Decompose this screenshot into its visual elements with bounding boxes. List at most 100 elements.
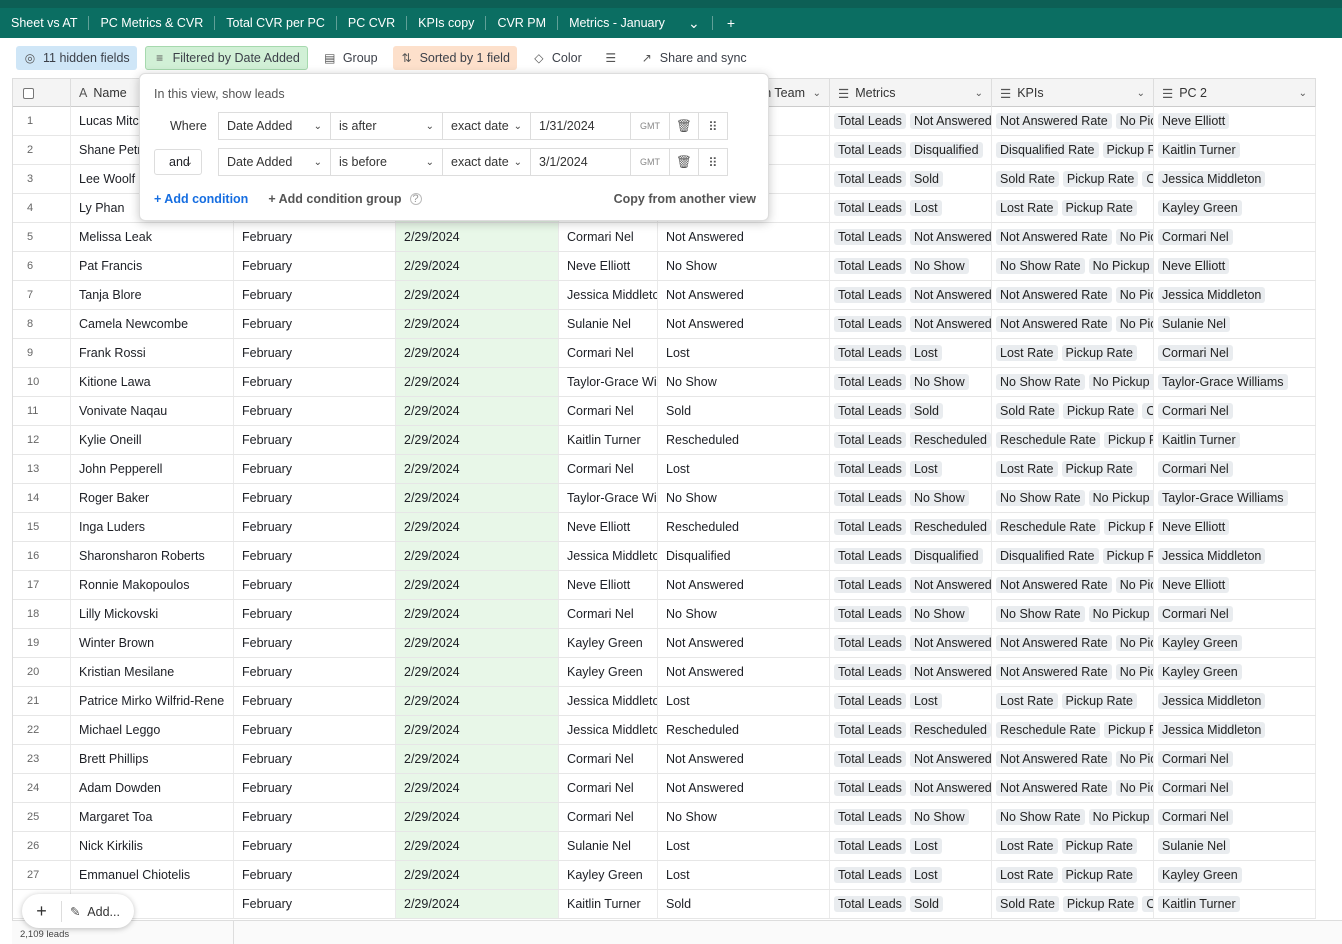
- status-cell[interactable]: No Show: [658, 600, 830, 628]
- kpis-cell[interactable]: Lost Rate Pickup Rate: [992, 194, 1154, 222]
- metrics-cell[interactable]: Total Leads Disqualified: [830, 136, 992, 164]
- date-added-cell[interactable]: 2/29/2024: [396, 281, 559, 309]
- pc-cell[interactable]: Neve Elliott: [559, 513, 658, 541]
- delete-condition-trash-icon[interactable]: 🗑: [669, 148, 699, 176]
- table-row[interactable]: 12 Kylie Oneill February 2/29/2024 Kaitlin T…: [13, 426, 1316, 455]
- table-row[interactable]: 24 Adam Dowden February 2/29/2024 Cormari Ne…: [13, 774, 1316, 803]
- pc-cell[interactable]: Sulanie Nel: [559, 310, 658, 338]
- name-cell[interactable]: Nick Kirkilis: [71, 832, 234, 860]
- tab-sheet-vs-at[interactable]: Sheet vs AT: [0, 8, 88, 38]
- metrics-cell[interactable]: Total Leads Not Answered: [830, 774, 992, 802]
- name-cell[interactable]: Vonivate Naqau: [71, 397, 234, 425]
- pc2-cell[interactable]: Kaitlin Turner: [1154, 890, 1316, 918]
- kpis-cell[interactable]: Lost Rate Pickup Rate: [992, 832, 1154, 860]
- name-cell[interactable]: Kitione Lawa: [71, 368, 234, 396]
- tab-cvr-pm[interactable]: CVR PM: [486, 8, 557, 38]
- column-header-metrics[interactable]: ☰ Metrics ⌄: [830, 79, 992, 107]
- date-added-cell[interactable]: 2/29/2024: [396, 397, 559, 425]
- metrics-cell[interactable]: Total Leads Sold: [830, 890, 992, 918]
- pc2-cell[interactable]: Cormari Nel: [1154, 339, 1316, 367]
- pc2-cell[interactable]: Taylor-Grace Williams: [1154, 484, 1316, 512]
- pc2-cell[interactable]: Jessica Middleton: [1154, 281, 1316, 309]
- month-cell[interactable]: February: [234, 745, 396, 773]
- metrics-cell[interactable]: Total Leads Rescheduled: [830, 716, 992, 744]
- status-cell[interactable]: Not Answered: [658, 629, 830, 657]
- status-cell[interactable]: Rescheduled: [658, 716, 830, 744]
- pc-cell[interactable]: Kayley Green: [559, 658, 658, 686]
- date-added-cell[interactable]: 2/29/2024: [396, 716, 559, 744]
- tab-kpis-copy[interactable]: KPIs copy: [407, 8, 485, 38]
- pc2-cell[interactable]: Jessica Middleton: [1154, 542, 1316, 570]
- pc-cell[interactable]: Taylor-Grace Williams: [559, 368, 658, 396]
- pc-cell[interactable]: Cormari Nel: [559, 397, 658, 425]
- table-row[interactable]: 17 Ronnie Makopoulos February 2/29/2024 Neve…: [13, 571, 1316, 600]
- table-row[interactable]: 11 Vonivate Naqau February 2/29/2024 Cormari…: [13, 397, 1316, 426]
- metrics-cell[interactable]: Total Leads Lost: [830, 194, 992, 222]
- filter-button[interactable]: ≡ Filtered by Date Added: [144, 46, 308, 70]
- kpis-cell[interactable]: Not Answered Rate No Pickup: [992, 223, 1154, 251]
- date-added-cell[interactable]: 2/29/2024: [396, 571, 559, 599]
- month-cell[interactable]: February: [234, 484, 396, 512]
- kpis-cell[interactable]: Lost Rate Pickup Rate: [992, 861, 1154, 889]
- kpis-cell[interactable]: Not Answered Rate No Pickup: [992, 310, 1154, 338]
- metrics-cell[interactable]: Total Leads No Show: [830, 803, 992, 831]
- filter-operator-select[interactable]: is after ⌄: [330, 112, 443, 140]
- share-sync-button[interactable]: ↗ Share and sync: [633, 46, 754, 70]
- metrics-cell[interactable]: Total Leads Not Answered: [830, 310, 992, 338]
- kpis-cell[interactable]: No Show Rate No Pickup Rate: [992, 252, 1154, 280]
- table-row[interactable]: 16 Sharonsharon Roberts February 2/29/2024 J…: [13, 542, 1316, 571]
- date-added-cell[interactable]: 2/29/2024: [396, 426, 559, 454]
- month-cell[interactable]: February: [234, 542, 396, 570]
- pc2-cell[interactable]: Cormari Nel: [1154, 774, 1316, 802]
- chevron-down-icon[interactable]: ⌄: [975, 88, 983, 99]
- pc-cell[interactable]: Jessica Middleton: [559, 687, 658, 715]
- filter-field-select[interactable]: Date Added ⌄: [218, 112, 331, 140]
- table-row[interactable]: 18 Lilly Mickovski February 2/29/2024 Cormar…: [13, 600, 1316, 629]
- month-cell[interactable]: February: [234, 426, 396, 454]
- pc2-cell[interactable]: Kayley Green: [1154, 861, 1316, 889]
- month-cell[interactable]: February: [234, 803, 396, 831]
- metrics-cell[interactable]: Total Leads Lost: [830, 687, 992, 715]
- tab-metrics-january[interactable]: Metrics - January: [558, 8, 676, 38]
- status-cell[interactable]: Not Answered: [658, 281, 830, 309]
- name-cell[interactable]: Michael Leggo: [71, 716, 234, 744]
- pc-cell[interactable]: Kayley Green: [559, 861, 658, 889]
- status-cell[interactable]: Not Answered: [658, 223, 830, 251]
- pc2-cell[interactable]: Neve Elliott: [1154, 513, 1316, 541]
- metrics-cell[interactable]: Total Leads Rescheduled: [830, 513, 992, 541]
- name-cell[interactable]: Brett Phillips: [71, 745, 234, 773]
- pc2-cell[interactable]: Kayley Green: [1154, 658, 1316, 686]
- table-row[interactable]: 5 Melissa Leak February 2/29/2024 Cormari Ne…: [13, 223, 1316, 252]
- pc2-cell[interactable]: Cormari Nel: [1154, 455, 1316, 483]
- date-added-cell[interactable]: 2/29/2024: [396, 310, 559, 338]
- month-cell[interactable]: February: [234, 455, 396, 483]
- table-row[interactable]: 8 Camela Newcombe February 2/29/2024 Sulanie…: [13, 310, 1316, 339]
- date-added-cell[interactable]: 2/29/2024: [396, 832, 559, 860]
- pc2-cell[interactable]: Cormari Nel: [1154, 745, 1316, 773]
- table-row[interactable]: 7 Tanja Blore February 2/29/2024 Jessica Mid…: [13, 281, 1316, 310]
- status-cell[interactable]: No Show: [658, 803, 830, 831]
- metrics-cell[interactable]: Total Leads Not Answered: [830, 107, 992, 135]
- chevron-down-icon[interactable]: ⌄: [1137, 88, 1145, 99]
- tab-pc-cvr[interactable]: PC CVR: [337, 8, 406, 38]
- date-added-cell[interactable]: 2/29/2024: [396, 542, 559, 570]
- pc2-cell[interactable]: Kayley Green: [1154, 194, 1316, 222]
- date-added-cell[interactable]: 2/29/2024: [396, 223, 559, 251]
- filter-field-select[interactable]: Date Added ⌄: [218, 148, 331, 176]
- date-added-cell[interactable]: 2/29/2024: [396, 861, 559, 889]
- table-row[interactable]: 6 Pat Francis February 2/29/2024 Neve Elliot…: [13, 252, 1316, 281]
- select-all-checkbox[interactable]: [23, 87, 34, 99]
- metrics-cell[interactable]: Total Leads No Show: [830, 252, 992, 280]
- month-cell[interactable]: February: [234, 774, 396, 802]
- kpis-cell[interactable]: Reschedule Rate Pickup Rate: [992, 426, 1154, 454]
- kpis-cell[interactable]: No Show Rate No Pickup Rate: [992, 600, 1154, 628]
- kpis-cell[interactable]: Lost Rate Pickup Rate: [992, 455, 1154, 483]
- pc-cell[interactable]: Cormari Nel: [559, 745, 658, 773]
- name-cell[interactable]: Roger Baker: [71, 484, 234, 512]
- name-cell[interactable]: Lilly Mickovski: [71, 600, 234, 628]
- status-cell[interactable]: Not Answered: [658, 571, 830, 599]
- hide-fields-button[interactable]: ◎ 11 hidden fields: [16, 46, 137, 70]
- filter-date-mode-select[interactable]: exact date ⌄: [442, 112, 531, 140]
- month-cell[interactable]: February: [234, 513, 396, 541]
- status-cell[interactable]: No Show: [658, 252, 830, 280]
